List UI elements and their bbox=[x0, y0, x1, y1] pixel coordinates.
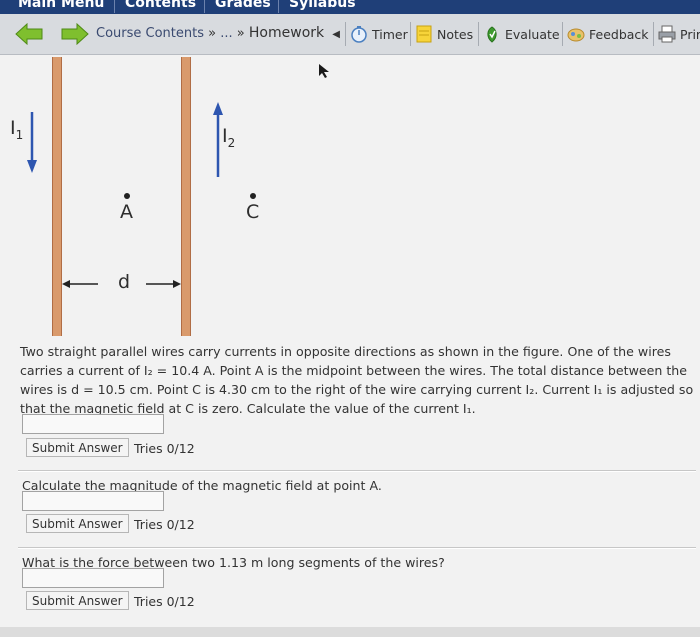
question-2-answer-input[interactable] bbox=[22, 491, 164, 511]
timer-button[interactable]: Timer bbox=[345, 22, 408, 46]
wire-1 bbox=[52, 57, 62, 336]
question-1-answer-input[interactable] bbox=[22, 414, 164, 434]
question-1-tries: Tries 0/12 bbox=[134, 441, 195, 456]
navigation-bar: Course Contents » ... » Homework ◀ Timer… bbox=[0, 14, 700, 55]
question-3-submit-button[interactable]: Submit Answer bbox=[26, 591, 129, 610]
wire-diagram: I1 I2 A C d bbox=[0, 55, 700, 336]
menu-tab-grades[interactable]: Grades bbox=[204, 0, 281, 13]
menu-tab-main-menu[interactable]: Main Menu bbox=[8, 0, 114, 13]
divider bbox=[18, 547, 696, 549]
evaluate-icon bbox=[487, 26, 497, 43]
mouse-cursor-icon bbox=[319, 64, 329, 78]
question-3-answer-input[interactable] bbox=[22, 568, 164, 588]
question-3-tries: Tries 0/12 bbox=[134, 594, 195, 609]
printer-icon bbox=[658, 25, 676, 43]
right-arrow-icon bbox=[61, 22, 89, 46]
question-1-text: Two straight parallel wires carry curren… bbox=[20, 344, 694, 416]
menu-tab-syllabus[interactable]: Syllabus bbox=[278, 0, 366, 13]
breadcrumb-course-contents[interactable]: Course Contents bbox=[96, 26, 204, 41]
current-2-label: I2 bbox=[222, 125, 236, 150]
back-button[interactable] bbox=[14, 22, 44, 46]
notes-button[interactable]: Notes bbox=[410, 22, 473, 46]
point-a-dot bbox=[124, 193, 130, 199]
menu-tab-contents[interactable]: Contents bbox=[114, 0, 206, 13]
breadcrumb-current: Homework bbox=[248, 25, 325, 41]
distance-label: d bbox=[118, 271, 131, 293]
breadcrumb-separator: » bbox=[236, 26, 245, 41]
top-menu-bar: Main Menu Contents Grades Syllabus bbox=[0, 0, 700, 14]
left-arrow-icon bbox=[15, 22, 43, 46]
breadcrumb: Course Contents » ... » Homework ◀ bbox=[96, 25, 340, 41]
question-1-submit-button[interactable]: Submit Answer bbox=[26, 438, 129, 457]
evaluate-label: Evaluate bbox=[505, 26, 560, 42]
point-a-label: A bbox=[120, 201, 133, 223]
timer-icon bbox=[351, 26, 367, 43]
notes-icon bbox=[416, 25, 432, 43]
evaluate-button[interactable]: Evaluate bbox=[478, 22, 560, 46]
caret-left-icon[interactable]: ◀ bbox=[332, 29, 340, 40]
point-c-label: C bbox=[246, 201, 260, 223]
wire-2 bbox=[181, 57, 191, 336]
print-label: Prir bbox=[680, 26, 700, 42]
question-2-submit-button[interactable]: Submit Answer bbox=[26, 514, 129, 533]
breadcrumb-separator: » bbox=[208, 26, 217, 41]
divider bbox=[18, 470, 696, 472]
print-button[interactable]: Prir bbox=[653, 22, 700, 46]
bottom-strip bbox=[0, 627, 700, 637]
point-c-dot bbox=[250, 193, 256, 199]
feedback-icon bbox=[567, 28, 585, 42]
current-1-label: I1 bbox=[10, 117, 24, 142]
breadcrumb-ellipsis[interactable]: ... bbox=[220, 26, 232, 41]
current-1-arrow-icon bbox=[27, 112, 37, 173]
forward-button[interactable] bbox=[60, 22, 90, 46]
notes-label: Notes bbox=[437, 26, 474, 42]
feedback-label: Feedback bbox=[589, 26, 649, 42]
feedback-button[interactable]: Feedback bbox=[562, 22, 649, 46]
timer-label: Timer bbox=[372, 26, 408, 42]
question-2-tries: Tries 0/12 bbox=[134, 517, 195, 532]
